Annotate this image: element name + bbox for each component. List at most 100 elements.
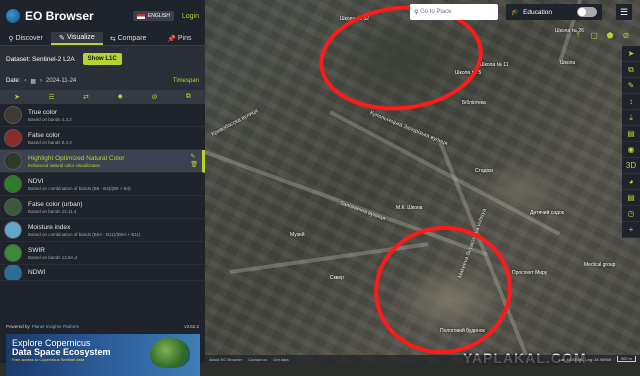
map-label: Школа № 11 (480, 62, 509, 68)
visualize-toolbar: ➤ ☰ ⇄ ✹ ⊘ ⧉ (0, 90, 205, 104)
layer-thumbnail (4, 265, 22, 280)
cancel-icon[interactable]: ⊘ (618, 28, 634, 42)
layer-item[interactable]: False color Based on bands 8,4,3 (0, 127, 205, 150)
layer-item[interactable]: SWIR Based on bands 12,8A,4 (0, 242, 205, 265)
tab-pins[interactable]: 📌 Pins (154, 32, 205, 45)
layer-actions: ✎ 🗑 (190, 153, 198, 169)
copernicus-banner[interactable]: Explore Copernicus Data Space Ecosystem … (6, 334, 200, 376)
pin-icon: 📌 (167, 35, 178, 43)
layer-desc: Based on bands 8,4,3 (28, 139, 72, 145)
version-label: v3.62.2 (184, 323, 199, 329)
app-title: EO Browser (25, 9, 94, 23)
layer-item[interactable]: NDWI (0, 265, 205, 281)
draw-icon[interactable]: ✎ (622, 78, 640, 94)
image-icon[interactable]: ▤ (622, 126, 640, 142)
contact-link[interactable]: Contact us (248, 357, 267, 362)
measure-icon[interactable]: ↕ (622, 94, 640, 110)
eye-slash-icon[interactable]: ⊘ (152, 93, 158, 101)
map-top-toolbar: ⚲ Go to Place 🎓 Education ☰ (410, 0, 640, 24)
layer-desc: Based on combination of bands (B8 - B4)/… (28, 185, 131, 191)
pentagon-icon[interactable]: ⬟ (602, 28, 618, 42)
trash-icon[interactable]: 🗑 (190, 161, 198, 169)
tab-visualize[interactable]: ✎ Visualize (51, 32, 103, 45)
layer-name: NDWI (28, 269, 46, 276)
layer-desc: Based on bands 12,11,4 (28, 208, 77, 214)
search-placeholder: Go to Place (420, 9, 452, 15)
upload-icon[interactable]: ⤒ (570, 28, 586, 42)
calendar-icon[interactable]: ▦ (30, 78, 36, 85)
road (329, 110, 561, 236)
swap-icon[interactable]: ⇄ (83, 93, 89, 101)
login-link[interactable]: Login (182, 13, 199, 20)
date-row: Date: ‹ ▦ › 2024-11-24 Timespan (0, 72, 205, 90)
map-label: Сквер (330, 275, 344, 281)
date-label: Date: (6, 78, 21, 84)
layer-name: Highlight Optimized Natural Color (28, 154, 125, 162)
layer-thumbnail (4, 152, 22, 170)
main-tabs: ⚲ Discover ✎ Visualize ⇆ Compare 📌 Pins (0, 32, 205, 46)
show-l1c-button[interactable]: Show L1C (82, 53, 122, 65)
timespan-link[interactable]: Timespan (173, 78, 199, 84)
chevron-left-icon[interactable]: ‹ (24, 78, 26, 84)
layers-icon[interactable]: ☰ (616, 4, 632, 20)
pin-tool-icon[interactable]: ➤ (622, 46, 640, 62)
layer-desc: Enhanced natural color visualization (28, 162, 101, 168)
date-value[interactable]: 2024-11-24 (46, 78, 76, 84)
toggle-switch[interactable] (577, 7, 597, 17)
location-icon[interactable]: ◉ (622, 142, 640, 158)
layer-name: True color (28, 108, 58, 116)
layer-desc: Based on bands 4,3,2 (28, 116, 72, 122)
app-header: EO Browser ENGLISH Login (0, 0, 205, 32)
language-label: ENGLISH (147, 13, 170, 19)
earth-image (150, 338, 190, 368)
pin-icon[interactable]: ➤ (14, 93, 20, 101)
date-picker[interactable]: ‹ ▦ › 2024-11-24 (24, 78, 76, 85)
download-icon[interactable]: ⤓ (622, 110, 640, 126)
chart-icon[interactable]: ▤ (622, 190, 640, 206)
banner-line2: Data Space Ecosystem (12, 347, 111, 357)
map-label: Музей (290, 232, 305, 238)
powered-by: Powered by Planet Insights Platform v3.6… (0, 322, 205, 330)
layer-item[interactable]: Moisture index Based on combination of ba… (0, 219, 205, 242)
layer-thumbnail (4, 221, 22, 239)
map-label: Кривобасска вулиця (210, 108, 260, 138)
layer-list: True color Based on bands 4,3,2 False col… (0, 104, 205, 281)
map-label: Medical group (584, 262, 616, 268)
layer-item[interactable]: False color (urban) Based on bands 12,11,… (0, 196, 205, 219)
graduation-cap-icon: 🎓 (511, 9, 520, 16)
scale-bar: 300 m (616, 356, 636, 362)
getdata-link[interactable]: Get data (273, 357, 288, 362)
edit-icon[interactable]: ✎ (190, 153, 198, 161)
map-label: Проспект Миру (512, 270, 548, 276)
layer-thumbnail (4, 244, 22, 262)
tab-discover[interactable]: ⚲ Discover (0, 32, 51, 45)
3d-icon[interactable]: 3D (622, 158, 640, 174)
compare-icon: ⇆ (109, 35, 118, 43)
layer-name: False color (urban) (28, 200, 83, 208)
copy-icon[interactable]: ⧉ (622, 62, 640, 78)
map-footer: About EO Browser Contact us Get data Lat… (205, 355, 640, 363)
layer-item[interactable]: NDVI Based on combination of bands (B8 - … (0, 173, 205, 196)
powered-link[interactable]: Planet Insights Platform (32, 324, 80, 329)
about-link[interactable]: About EO Browser (209, 357, 242, 362)
banner-line3: Free access to Copernicus Sentinel data (12, 357, 85, 362)
effects-icon[interactable]: ✹ (117, 93, 123, 101)
clock-icon[interactable]: ◷ (622, 206, 640, 222)
sidebar-panel: EO Browser ENGLISH Login ⚲ Discover ✎ Vi… (0, 0, 205, 376)
chevron-right-icon[interactable]: › (40, 78, 42, 84)
powered-text: Powered by (6, 323, 30, 329)
dataset-row: Dataset: Sentinel-2 L2A Show L1C (0, 46, 205, 72)
plus-zoom-icon[interactable]: + (622, 222, 640, 238)
language-selector[interactable]: ENGLISH (132, 11, 174, 21)
list-icon[interactable]: ☰ (48, 93, 54, 101)
tab-compare[interactable]: ⇆ Compare (103, 32, 154, 45)
layer-item-selected[interactable]: Highlight Optimized Natural Color Enhance… (0, 150, 205, 173)
gauge-icon[interactable]: ◕ (622, 174, 640, 190)
layer-item[interactable]: True color Based on bands 4,3,2 (0, 104, 205, 127)
search-input[interactable]: ⚲ Go to Place (410, 4, 498, 20)
square-icon[interactable]: ▢ (586, 28, 602, 42)
education-toggle[interactable]: 🎓 Education (506, 4, 602, 20)
layer-name: False color (28, 131, 60, 139)
share-icon[interactable]: ⧉ (186, 93, 191, 101)
flag-icon (136, 13, 145, 19)
